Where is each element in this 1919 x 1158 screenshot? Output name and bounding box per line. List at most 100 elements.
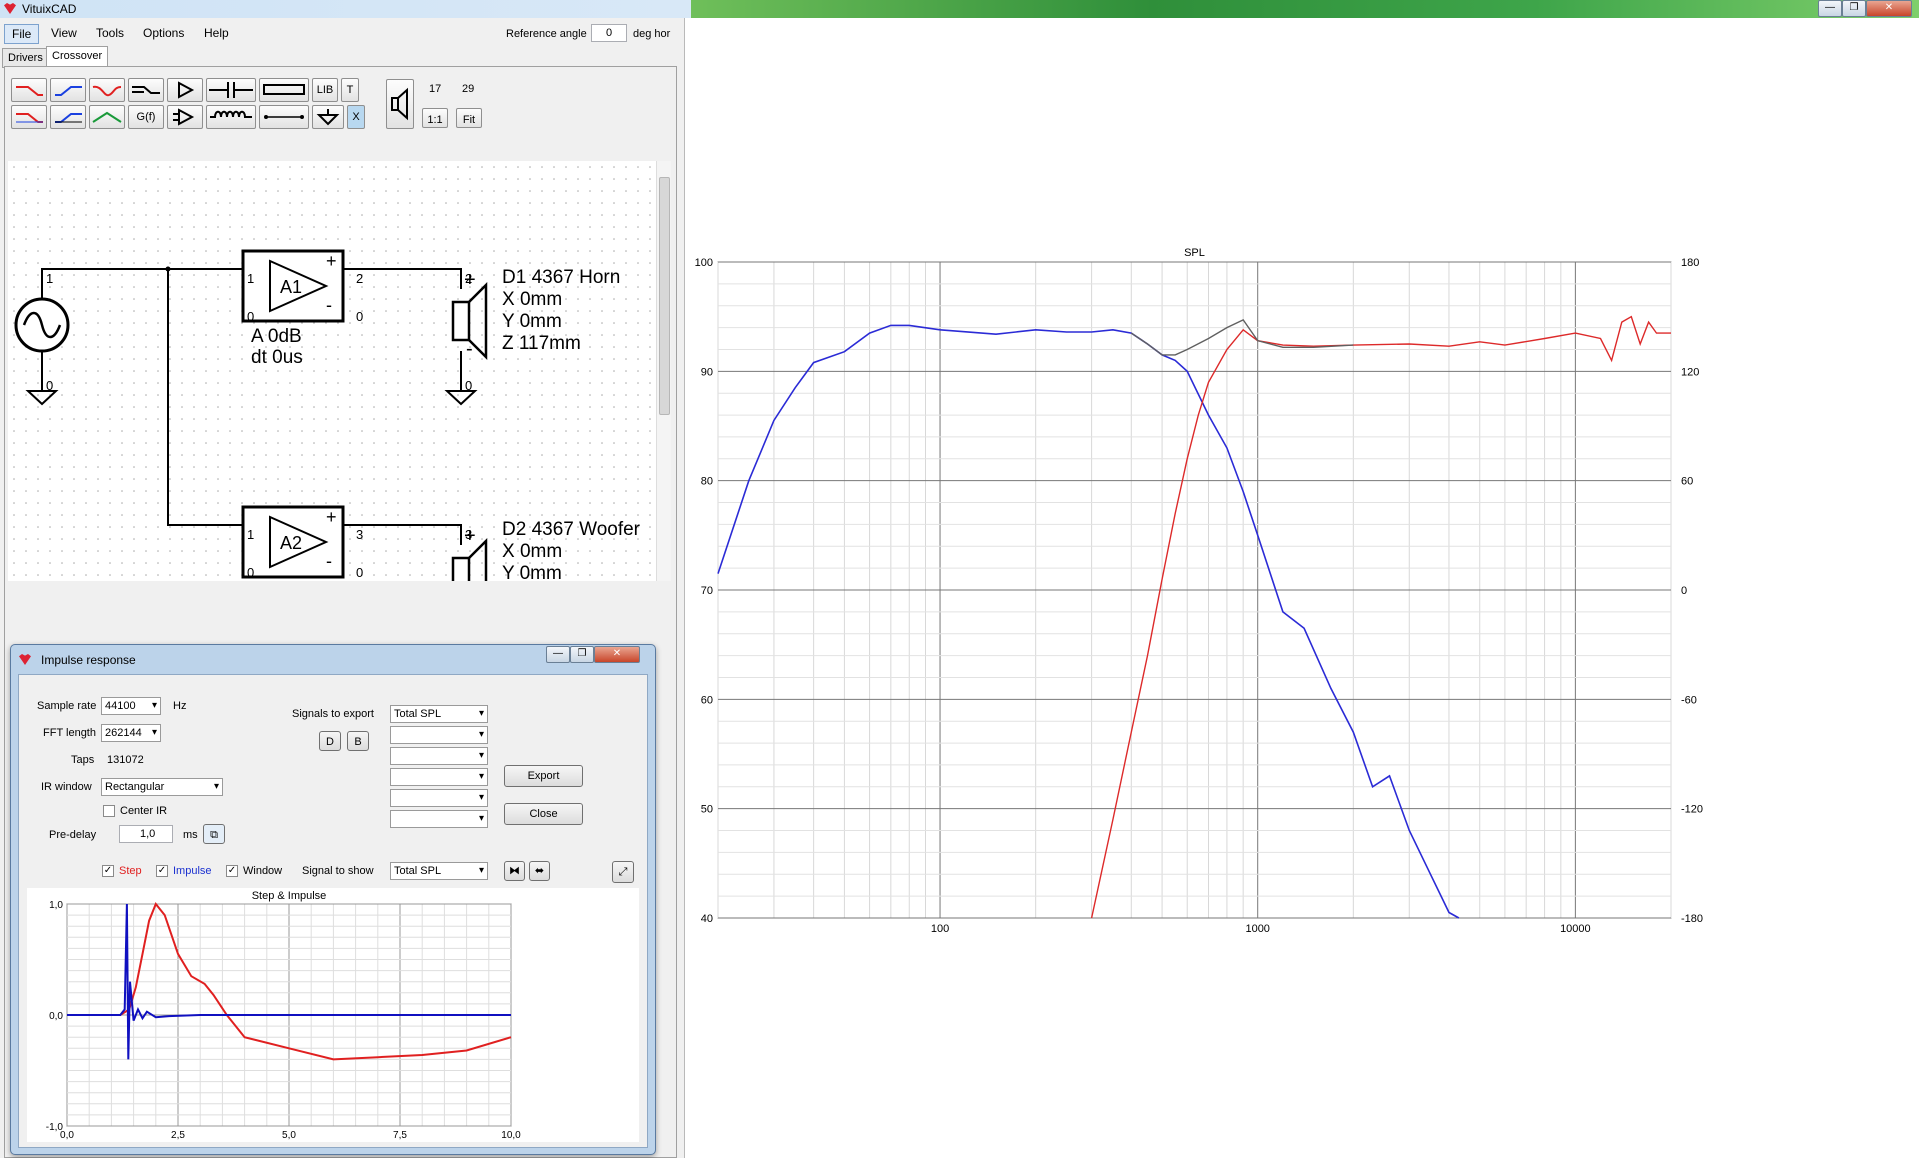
lowpass-2nd-button[interactable] <box>11 105 47 129</box>
scroll-thumb[interactable] <box>659 177 670 415</box>
buffer-button[interactable] <box>167 78 203 102</box>
signals-to-export-label: Signals to export <box>292 708 374 720</box>
d2-label: D2 4367 Woofer X 0mm Y 0mm <box>502 519 640 585</box>
svg-text:-: - <box>466 338 473 360</box>
center-ir-checkbox[interactable] <box>103 805 115 817</box>
lowpass-1st-button[interactable] <box>11 78 47 102</box>
pre-delay-input[interactable]: 1,0 <box>119 825 173 843</box>
a1-gnd-node: 0 <box>247 309 255 324</box>
spl-y2-tick-label: -120 <box>1681 804 1703 816</box>
fullscreen-icon[interactable]: ⤢ <box>612 861 634 883</box>
signal-to-show-select[interactable]: Total SPL <box>390 862 488 880</box>
schematic-canvas[interactable]: A1 + - A2 + - + - + 1 0 1 0 2 0 A 0dB dt… <box>8 161 662 584</box>
count-17: 17 <box>429 83 442 95</box>
resistor-button[interactable] <box>259 78 309 102</box>
window-label: Window <box>243 865 283 877</box>
dialog-close-x-button[interactable]: ✕ <box>594 646 640 663</box>
spl-y-tick-label: 60 <box>701 694 713 706</box>
svg-text:+: + <box>326 507 337 527</box>
step-checkbox[interactable]: ✓ <box>102 865 114 877</box>
zoom-1-1-button[interactable]: 1:1 <box>422 108 448 128</box>
title-bar: VituixCAD — ❐ ✕ <box>0 0 1919 18</box>
svg-text:-: - <box>326 551 332 571</box>
spl-y2-tick-label: 60 <box>1681 476 1693 488</box>
sample-rate-select[interactable]: 44100 <box>101 697 161 715</box>
export-signal-select-6[interactable] <box>390 810 488 828</box>
menu-tools[interactable]: Tools <box>89 24 131 42</box>
sample-rate-unit: Hz <box>173 700 187 712</box>
export-signal-select-3[interactable] <box>390 747 488 765</box>
bandpass-button[interactable] <box>89 105 125 129</box>
wire-button[interactable] <box>259 105 309 129</box>
ir-y-tick-label: 1,0 <box>49 900 63 911</box>
reference-angle-unit: deg hor <box>633 28 671 40</box>
svg-text:A1: A1 <box>280 277 302 297</box>
window-title: VituixCAD <box>22 2 77 16</box>
add-driver-button[interactable] <box>386 79 414 129</box>
tab-drivers[interactable]: Drivers <box>2 48 49 68</box>
fft-length-select[interactable]: 262144 <box>101 724 161 742</box>
spl-y2-tick-label: -180 <box>1681 913 1703 925</box>
a1-in-node: 1 <box>247 271 255 286</box>
expand-icon[interactable]: ⬌ <box>529 861 550 881</box>
delete-button[interactable]: X <box>347 105 365 129</box>
maximize-button[interactable]: ❐ <box>1842 0 1866 17</box>
spl-y-tick-label: 90 <box>701 366 713 378</box>
export-signal-select-2[interactable] <box>390 726 488 744</box>
taps-value: 131072 <box>107 754 144 766</box>
menu-help[interactable]: Help <box>197 24 236 42</box>
a1-gain: A 0dB <box>251 326 302 347</box>
export-button[interactable]: Export <box>504 765 583 787</box>
minimize-button[interactable]: — <box>1818 0 1842 17</box>
impulse-checkbox[interactable]: ✓ <box>156 865 168 877</box>
highpass-1st-button[interactable] <box>50 78 86 102</box>
export-signal-select-5[interactable] <box>390 789 488 807</box>
close-window-button[interactable]: ✕ <box>1866 0 1912 17</box>
step-impulse-chart: Step & Impulse1,00,0-1,00,0 2,5 5,0 7,5 10,0 <box>27 888 639 1142</box>
spl-y2-tick-label: -60 <box>1681 694 1697 706</box>
shelf-filter-button[interactable] <box>128 78 164 102</box>
d1-node: 2 <box>465 271 473 286</box>
d1-x: X 0mm <box>502 289 563 310</box>
a2-in-node: 1 <box>247 527 255 542</box>
center-ir-label: Center IR <box>120 805 168 817</box>
peak-filter-button[interactable] <box>89 78 125 102</box>
b-button[interactable]: B <box>347 731 369 751</box>
d1-z: Z 117mm <box>502 333 581 354</box>
reference-angle-label: Reference angle <box>506 28 587 40</box>
lib-button[interactable]: LIB <box>312 78 338 102</box>
source-gnd-label: 0 <box>46 378 54 393</box>
dialog-icon <box>19 654 31 665</box>
shrink-icon[interactable]: ⧓ <box>504 861 525 881</box>
menu-options[interactable]: Options <box>136 24 191 42</box>
window-checkbox[interactable]: ✓ <box>226 865 238 877</box>
transfer-function-button[interactable]: G(f) <box>128 105 164 129</box>
ir-window-select[interactable]: Rectangular <box>101 778 223 796</box>
close-button[interactable]: Close <box>504 803 583 825</box>
spl-y-tick-label: 100 <box>695 257 713 269</box>
text-tool-button[interactable]: T <box>341 78 359 102</box>
app-icon <box>4 3 16 14</box>
dialog-maximize-button[interactable]: ❐ <box>570 646 594 663</box>
capacitor-button[interactable] <box>206 78 256 102</box>
copy-icon[interactable]: ⧉ <box>203 824 225 844</box>
schematic-scrollbar[interactable] <box>656 161 671 581</box>
dialog-minimize-button[interactable]: — <box>546 646 570 663</box>
menu-view[interactable]: View <box>44 24 84 42</box>
ground-button[interactable] <box>312 105 344 129</box>
d2-y: Y 0mm <box>502 563 562 584</box>
reference-angle-input[interactable]: 0 <box>591 24 627 42</box>
amplifier-button[interactable] <box>167 105 203 129</box>
ir-x-tick-label: 0,0 <box>60 1130 74 1141</box>
highpass-2nd-button[interactable] <box>50 105 86 129</box>
zoom-fit-button[interactable]: Fit <box>456 108 482 128</box>
menu-bar: File View Tools Options Help Reference a… <box>0 18 684 48</box>
menu-file[interactable]: File <box>4 24 40 44</box>
d1-label: D1 4367 Horn X 0mm Y 0mm Z 117mm <box>502 267 620 355</box>
d-button[interactable]: D <box>319 731 341 751</box>
spl-x-tick-label: 1000 <box>1245 923 1269 935</box>
export-signal-select-1[interactable]: Total SPL <box>390 705 488 723</box>
export-signal-select-4[interactable] <box>390 768 488 786</box>
source-node-label: 1 <box>46 271 54 286</box>
inductor-button[interactable] <box>206 105 256 129</box>
